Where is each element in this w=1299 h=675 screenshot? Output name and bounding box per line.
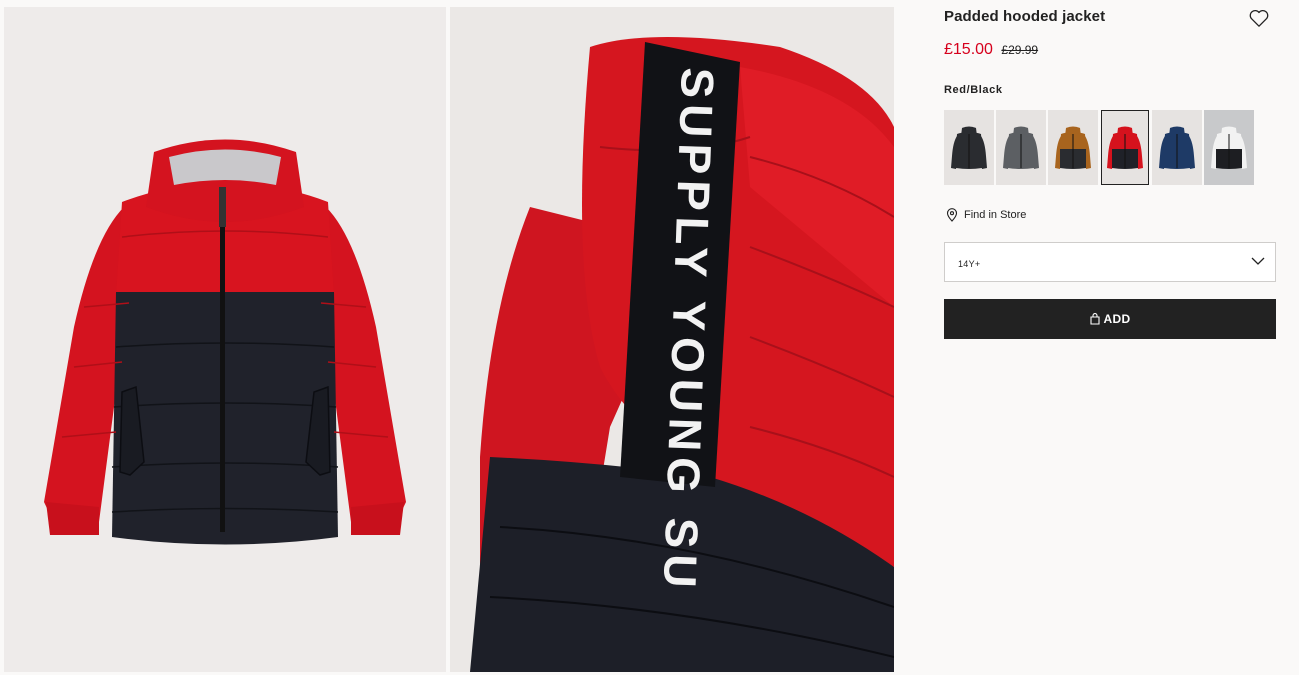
find-in-store-label: Find in Store [964, 209, 1027, 221]
product-image-detail[interactable]: SUPPLY YOUNG SU [450, 7, 894, 672]
jacket-thumbnail-icon [1211, 126, 1247, 169]
jacket-hood-detail-illustration: SUPPLY YOUNG SU [470, 37, 894, 672]
selected-color-label: Red/Black [944, 84, 1003, 96]
jacket-front-illustration [44, 139, 406, 545]
color-swatch-white-black[interactable] [1204, 110, 1254, 185]
original-price: £29.99 [1001, 43, 1039, 57]
jacket-thumbnail-icon [1003, 126, 1039, 169]
sale-price: £15.00 [944, 41, 993, 58]
color-swatch-brown-black[interactable] [1048, 110, 1098, 185]
chevron-down-icon [1251, 257, 1265, 265]
color-swatches [944, 110, 1254, 185]
selected-size-value: 14Y+ [958, 259, 981, 269]
color-swatch-navy[interactable] [1152, 110, 1202, 185]
heart-icon[interactable] [1248, 8, 1270, 28]
price-row: £15.00 £29.99 [944, 41, 1038, 61]
shopping-bag-icon [1089, 313, 1100, 325]
product-image-front[interactable] [4, 7, 446, 672]
add-button-label: ADD [1103, 312, 1131, 326]
color-swatch-grey[interactable] [996, 110, 1046, 185]
size-dropdown[interactable]: 14Y+ [944, 242, 1276, 282]
add-to-bag-button[interactable]: ADD [944, 299, 1276, 339]
jacket-thumbnail-icon [1107, 126, 1143, 169]
jacket-thumbnail-icon [1055, 126, 1091, 169]
jacket-thumbnail-icon [1159, 126, 1195, 169]
color-swatch-red-black[interactable] [1101, 110, 1149, 185]
jacket-thumbnail-icon [951, 126, 987, 169]
color-swatch-black[interactable] [944, 110, 994, 185]
title-row: Padded hooded jacket [944, 8, 1276, 30]
product-title: Padded hooded jacket [944, 8, 1106, 25]
image-gallery: SUPPLY YOUNG SU [0, 0, 900, 675]
find-in-store-link[interactable]: Find in Store [946, 208, 1026, 222]
location-pin-icon [946, 208, 958, 222]
